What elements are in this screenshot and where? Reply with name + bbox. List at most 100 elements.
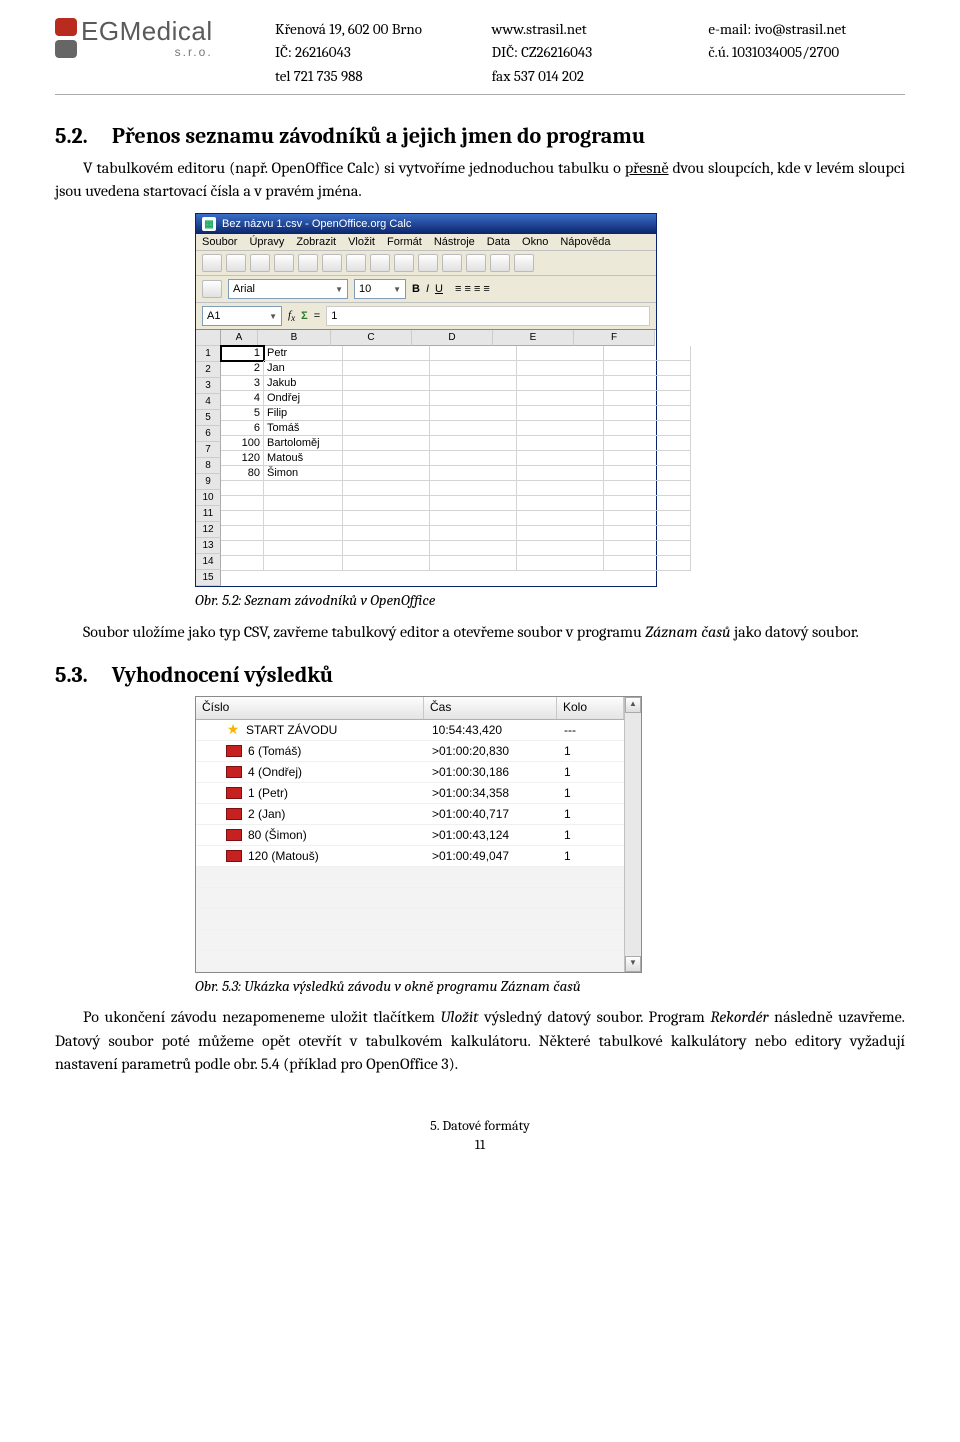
cell[interactable] [430,526,517,541]
cell[interactable]: Jan [264,361,343,376]
window-titlebar[interactable]: ▦ Bez názvu 1.csv - OpenOffice.org Calc [196,214,656,234]
grid-row[interactable] [221,556,691,571]
cell[interactable] [517,391,604,406]
col-header[interactable]: D [412,330,493,346]
cell[interactable] [221,496,264,511]
grid-row[interactable]: 80Šimon [221,466,691,481]
cell[interactable]: 120 [221,451,264,466]
cell[interactable] [264,556,343,571]
col-header-cas[interactable]: Čas [424,697,557,719]
row-header[interactable]: 2 [196,362,221,378]
cell[interactable] [343,436,430,451]
align-left-button[interactable]: ≡ [455,283,461,295]
cell[interactable] [517,481,604,496]
col-header[interactable]: B [258,330,331,346]
cell[interactable]: 80 [221,466,264,481]
cell[interactable] [517,511,604,526]
cell[interactable] [430,391,517,406]
col-header-cislo[interactable]: Číslo [196,697,424,719]
toolbar-button[interactable] [298,254,318,272]
formula-input[interactable]: 1 [326,306,650,326]
row-header[interactable]: 8 [196,458,221,474]
row-header[interactable]: 13 [196,538,221,554]
grid-row[interactable]: 3Jakub [221,376,691,391]
cell[interactable] [430,406,517,421]
scroll-down-icon[interactable]: ▼ [625,956,641,972]
cell[interactable] [517,406,604,421]
underline-button[interactable]: U [435,283,443,295]
cell[interactable] [604,466,691,481]
row-header[interactable]: 12 [196,522,221,538]
row-header[interactable]: 6 [196,426,221,442]
menu-item[interactable]: Soubor [202,236,237,248]
cell[interactable]: Bartoloměj [264,436,343,451]
cell[interactable] [430,481,517,496]
toolbar-button[interactable] [490,254,510,272]
toolbar-button[interactable] [466,254,486,272]
toolbar-button[interactable] [202,254,222,272]
cell[interactable] [264,481,343,496]
grid-row[interactable]: 100Bartoloměj [221,436,691,451]
cell[interactable] [430,361,517,376]
cell[interactable] [221,526,264,541]
cell[interactable] [517,421,604,436]
cell[interactable]: Jakub [264,376,343,391]
cell[interactable]: Matouš [264,451,343,466]
equals-icon[interactable]: = [314,310,320,322]
cell[interactable] [343,481,430,496]
row-header[interactable]: 7 [196,442,221,458]
col-header[interactable]: C [331,330,412,346]
align-right-button[interactable]: ≡ [474,283,480,295]
row-header[interactable]: 1 [196,346,221,362]
cell[interactable] [604,436,691,451]
spreadsheet-grid[interactable]: 123456789101112131415 A B C D E F 1Petr2… [196,330,656,586]
results-row[interactable]: ★START ZÁVODU10:54:43,420--- [196,720,624,741]
toolbar-button[interactable] [346,254,366,272]
scroll-up-icon[interactable]: ▲ [625,697,641,713]
cell[interactable] [343,421,430,436]
cell[interactable] [343,451,430,466]
grid-row[interactable]: 4Ondřej [221,391,691,406]
menu-item[interactable]: Formát [387,236,422,248]
cell[interactable] [604,496,691,511]
menu-item[interactable]: Okno [522,236,548,248]
menu-item[interactable]: Zobrazit [296,236,336,248]
cell[interactable] [343,361,430,376]
grid-row[interactable]: 120Matouš [221,451,691,466]
cell[interactable] [343,391,430,406]
cell[interactable] [604,361,691,376]
cell[interactable] [604,376,691,391]
toolbar-button[interactable] [250,254,270,272]
row-header[interactable]: 9 [196,474,221,490]
cell[interactable] [343,526,430,541]
menu-item[interactable]: Nápověda [560,236,610,248]
font-size-select[interactable]: 10▼ [354,279,406,299]
grid-row[interactable] [221,496,691,511]
results-row[interactable]: 1 (Petr)>01:00:34,3581 [196,783,624,804]
menu-item[interactable]: Úpravy [249,236,284,248]
cell[interactable] [264,526,343,541]
cell[interactable] [430,376,517,391]
results-row[interactable]: 120 (Matouš)>01:00:49,0471 [196,846,624,867]
grid-row[interactable] [221,511,691,526]
row-header[interactable]: 15 [196,570,221,586]
bold-button[interactable]: B [412,283,420,295]
menubar[interactable]: Soubor Úpravy Zobrazit Vložit Formát Nás… [196,234,656,251]
cell[interactable] [343,496,430,511]
cell[interactable]: Filip [264,406,343,421]
grid-row[interactable] [221,526,691,541]
cell[interactable] [264,496,343,511]
cell[interactable] [343,556,430,571]
menu-item[interactable]: Vložit [348,236,375,248]
cell[interactable]: 1 [221,346,264,361]
cell[interactable] [343,466,430,481]
font-select[interactable]: Arial▼ [228,279,348,299]
results-row[interactable]: 6 (Tomáš)>01:00:20,8301 [196,741,624,762]
cell[interactable] [517,451,604,466]
grid-row[interactable] [221,481,691,496]
toolbar-button[interactable] [394,254,414,272]
cell[interactable] [430,496,517,511]
toolbar-button[interactable] [226,254,246,272]
row-header[interactable]: 14 [196,554,221,570]
cell[interactable] [517,361,604,376]
